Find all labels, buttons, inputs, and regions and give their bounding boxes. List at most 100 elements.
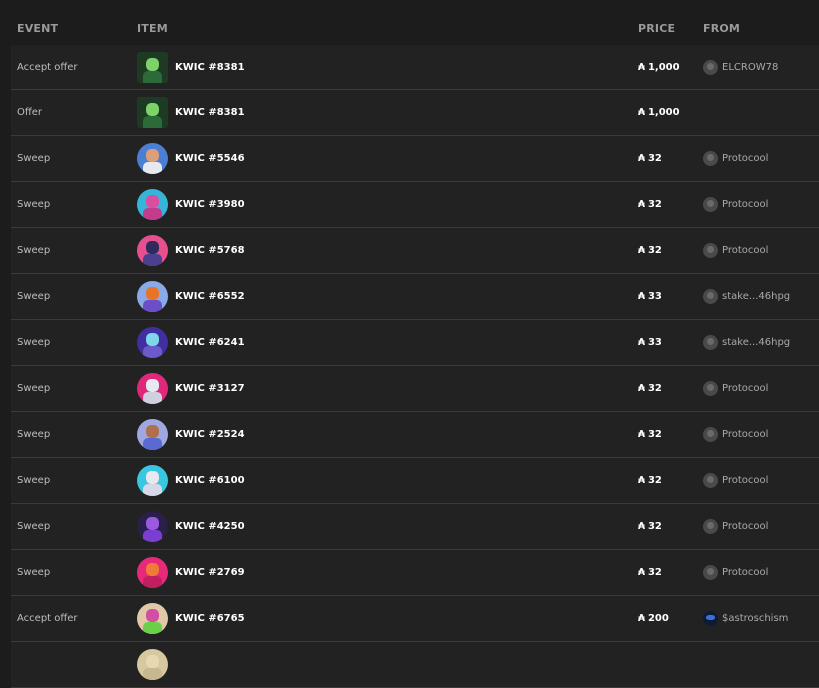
item-name-link[interactable]: KWIC #2524 <box>175 412 245 457</box>
column-header-item[interactable]: ITEM <box>137 22 168 35</box>
nft-thumbnail[interactable] <box>137 327 168 358</box>
nft-thumbnail[interactable] <box>137 143 168 174</box>
table-body: Accept offer KWIC #8381 ₳ 1,000 ELCROW78 Offe… <box>11 45 819 688</box>
from-user-link[interactable]: ELCROW78 <box>703 45 778 89</box>
price-value: 33 <box>647 291 662 302</box>
nft-thumbnail[interactable] <box>137 97 168 128</box>
from-user-link[interactable]: Protocool <box>703 504 768 549</box>
user-avatar-icon <box>703 427 718 442</box>
user-avatar-icon <box>703 611 718 626</box>
table-row[interactable]: Offer KWIC #8381 ₳ 1,000 <box>11 90 819 136</box>
nft-thumbnail[interactable] <box>137 603 168 634</box>
price: ₳ 32 <box>638 182 662 227</box>
from-user-link[interactable]: stake...46hpg <box>703 320 790 365</box>
ada-currency-icon: ₳ <box>638 337 645 348</box>
event-type: Sweep <box>17 567 51 578</box>
from-user-link[interactable]: stake...46hpg <box>703 274 790 319</box>
price: ₳ 32 <box>638 136 662 181</box>
from-user-link[interactable]: Protocool <box>703 136 768 181</box>
user-avatar-icon <box>703 197 718 212</box>
table-row[interactable]: Sweep KWIC #3127 ₳ 32 Protocool <box>11 366 819 412</box>
item-name-link[interactable]: KWIC #5768 <box>175 228 245 273</box>
event-type: Sweep <box>17 429 51 440</box>
nft-thumbnail[interactable] <box>137 52 168 83</box>
ada-currency-icon: ₳ <box>638 383 645 394</box>
table-row[interactable]: Sweep KWIC #6552 ₳ 33 stake...46hpg <box>11 274 819 320</box>
item-name-link[interactable]: KWIC #6765 <box>175 596 245 641</box>
event-type: Sweep <box>17 337 51 348</box>
price-value: 32 <box>647 383 662 394</box>
from-username: stake...46hpg <box>722 291 791 302</box>
table-row[interactable]: Sweep KWIC #6241 ₳ 33 stake...46hpg <box>11 320 819 366</box>
ada-currency-icon: ₳ <box>638 245 645 256</box>
table-row[interactable]: Sweep KWIC #6100 ₳ 32 Protocool <box>11 458 819 504</box>
from-username: ELCROW78 <box>722 61 779 73</box>
column-header-event[interactable]: EVENT <box>17 22 58 35</box>
table-row[interactable]: Sweep KWIC #2524 ₳ 32 Protocool <box>11 412 819 458</box>
event-type: Sweep <box>17 153 51 164</box>
price: ₳ 33 <box>638 320 662 365</box>
ada-currency-icon: ₳ <box>638 429 645 440</box>
price: ₳ 32 <box>638 458 662 503</box>
table-row[interactable] <box>11 642 819 688</box>
ada-currency-icon: ₳ <box>638 613 645 624</box>
table-row[interactable]: Sweep KWIC #2769 ₳ 32 Protocool <box>11 550 819 596</box>
column-header-price[interactable]: PRICE <box>638 22 675 35</box>
item-name-link[interactable]: KWIC #8381 <box>175 90 245 135</box>
nft-thumbnail[interactable] <box>137 419 168 450</box>
user-avatar-icon <box>703 473 718 488</box>
event-type: Sweep <box>17 521 51 532</box>
ada-currency-icon: ₳ <box>638 291 645 302</box>
table-row[interactable]: Sweep KWIC #5768 ₳ 32 Protocool <box>11 228 819 274</box>
from-user-link[interactable]: $astroschism <box>703 596 788 641</box>
price-value: 32 <box>647 153 662 164</box>
table-row[interactable]: Sweep KWIC #5546 ₳ 32 Protocool <box>11 136 819 182</box>
user-avatar-icon <box>703 565 718 580</box>
nft-thumbnail[interactable] <box>137 373 168 404</box>
price-value: 200 <box>647 613 669 624</box>
from-username: Protocool <box>722 567 769 578</box>
from-user-link[interactable]: Protocool <box>703 182 768 227</box>
nft-thumbnail[interactable] <box>137 281 168 312</box>
item-name-link[interactable]: KWIC #6241 <box>175 320 245 365</box>
nft-thumbnail[interactable] <box>137 189 168 220</box>
price-value: 32 <box>647 567 662 578</box>
from-user-link[interactable]: Protocool <box>703 550 768 595</box>
nft-thumbnail[interactable] <box>137 557 168 588</box>
from-user-link[interactable]: Protocool <box>703 366 768 411</box>
item-name-link[interactable]: KWIC #8381 <box>175 45 245 89</box>
from-user-link[interactable]: Protocool <box>703 228 768 273</box>
price: ₳ 32 <box>638 550 662 595</box>
item-name-link[interactable]: KWIC #4250 <box>175 504 245 549</box>
column-header-from[interactable]: FROM <box>703 22 740 35</box>
price-value: 32 <box>647 245 662 256</box>
nft-thumbnail[interactable] <box>137 465 168 496</box>
from-username: Protocool <box>722 199 769 210</box>
price: ₳ 32 <box>638 228 662 273</box>
event-type: Accept offer <box>17 61 78 73</box>
item-name-link[interactable]: KWIC #3127 <box>175 366 245 411</box>
table-row[interactable]: Accept offer KWIC #6765 ₳ 200 $astroschism <box>11 596 819 642</box>
price: ₳ 200 <box>638 596 669 641</box>
ada-currency-icon: ₳ <box>638 475 645 486</box>
price: ₳ 1,000 <box>638 45 680 89</box>
table-row[interactable]: Sweep KWIC #3980 ₳ 32 Protocool <box>11 182 819 228</box>
item-name-link[interactable]: KWIC #6100 <box>175 458 245 503</box>
item-name-link[interactable]: KWIC #5546 <box>175 136 245 181</box>
user-avatar-icon <box>703 335 718 350</box>
user-avatar-icon <box>703 289 718 304</box>
table-row[interactable]: Accept offer KWIC #8381 ₳ 1,000 ELCROW78 <box>11 45 819 90</box>
item-name-link[interactable]: KWIC #6552 <box>175 274 245 319</box>
nft-thumbnail[interactable] <box>137 649 168 680</box>
ada-currency-icon: ₳ <box>638 107 645 118</box>
from-user-link[interactable]: Protocool <box>703 412 768 457</box>
nft-thumbnail[interactable] <box>137 511 168 542</box>
item-name-link[interactable]: KWIC #3980 <box>175 182 245 227</box>
user-avatar-icon <box>703 519 718 534</box>
nft-thumbnail[interactable] <box>137 235 168 266</box>
ada-currency-icon: ₳ <box>638 153 645 164</box>
table-row[interactable]: Sweep KWIC #4250 ₳ 32 Protocool <box>11 504 819 550</box>
item-name-link[interactable]: KWIC #2769 <box>175 550 245 595</box>
from-user-link[interactable]: Protocool <box>703 458 768 503</box>
price-value: 1,000 <box>647 61 680 73</box>
